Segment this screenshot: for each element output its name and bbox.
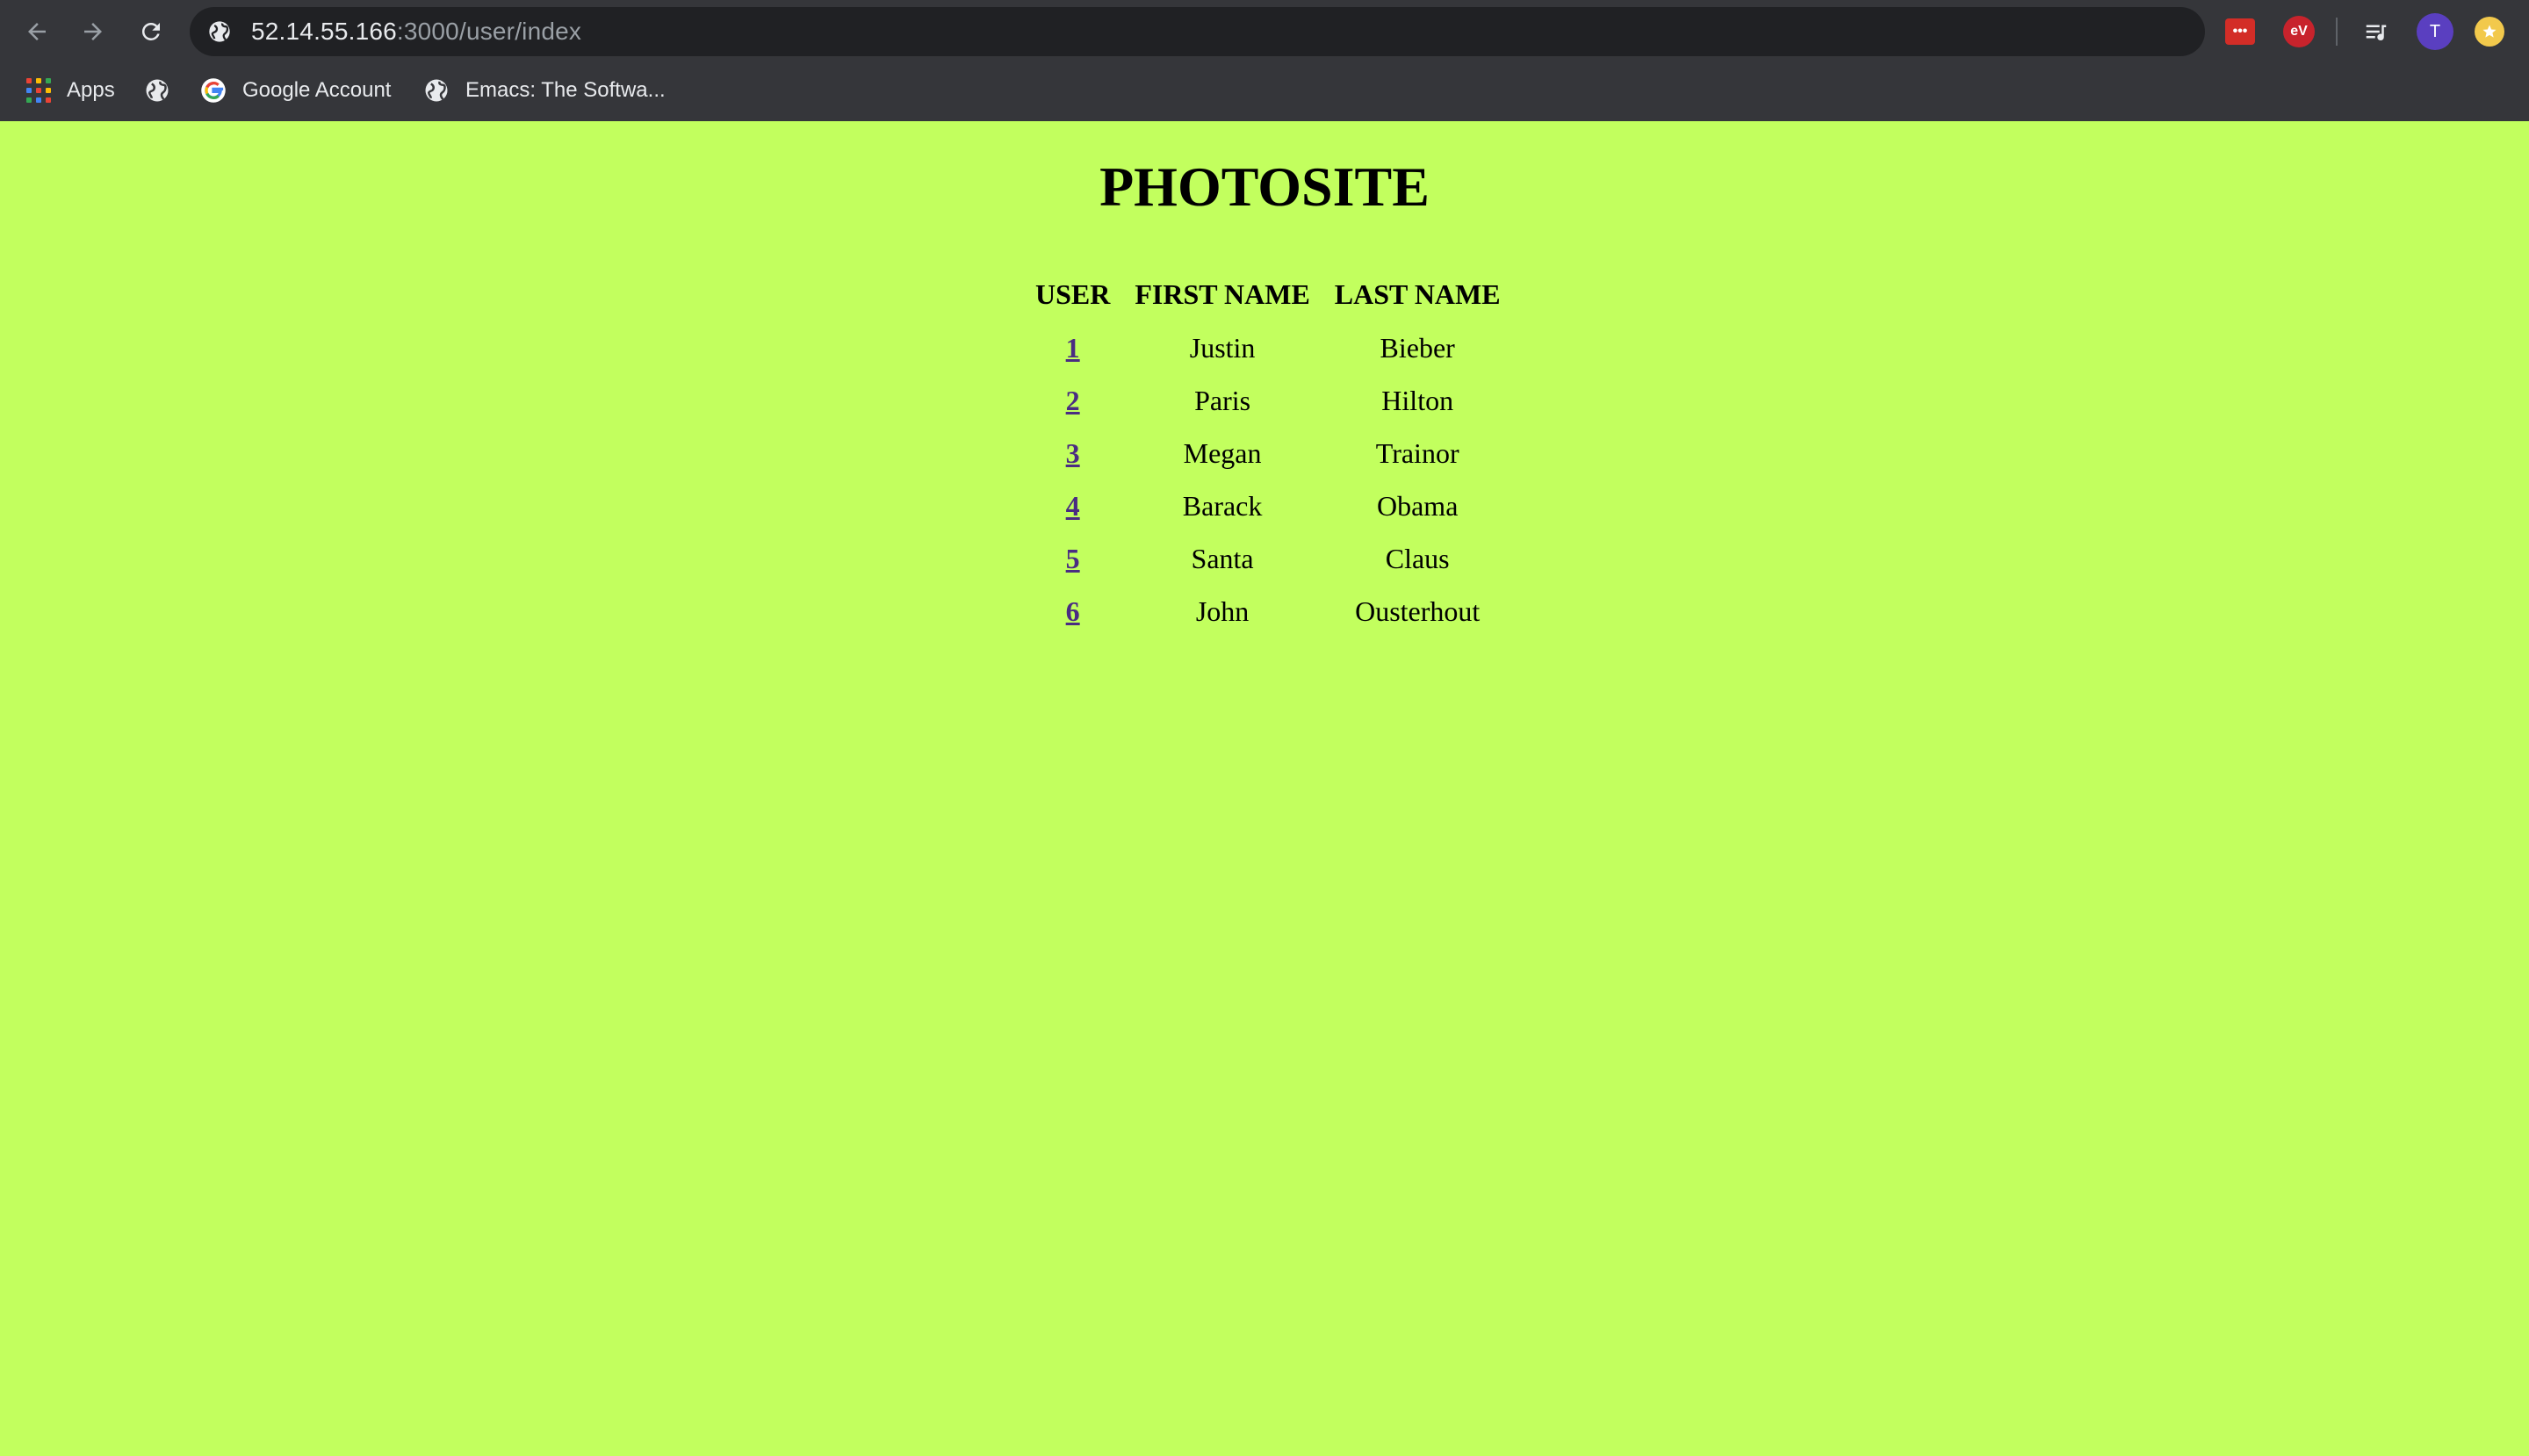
browser-chrome: 52.14.55.166:3000/user/index ••• eV T Ap… <box>0 0 2529 121</box>
lastpass-extension-icon[interactable]: ••• <box>2225 18 2255 45</box>
bookmarks-bar: Apps Google Account Emacs: The Softwa... <box>0 68 2529 112</box>
toolbar-divider <box>2336 18 2338 46</box>
first-name-cell: Paris <box>1194 384 1251 416</box>
column-header-first-name: FIRST NAME <box>1135 278 1310 310</box>
avatar-initial: T <box>2429 21 2441 41</box>
user-link[interactable]: 6 <box>1066 595 1080 627</box>
table-row: 5 Santa Claus <box>1025 532 1511 585</box>
url-path: :3000/user/index <box>396 18 582 45</box>
user-link[interactable]: 3 <box>1066 437 1080 469</box>
bookmark-globe[interactable] <box>144 68 170 112</box>
first-name-cell: Megan <box>1183 436 1262 469</box>
globe-icon <box>209 21 230 42</box>
bookmark-label: Emacs: The Softwa... <box>465 78 666 102</box>
user-id-cell: 2 <box>1025 374 1120 427</box>
table-row: 6 John Ousterhout <box>1025 585 1511 638</box>
media-control-icon[interactable] <box>2360 16 2392 47</box>
google-icon <box>201 78 226 103</box>
apps-grid-icon <box>26 78 51 103</box>
first-name-cell: Barack <box>1182 489 1263 522</box>
user-id-cell: 3 <box>1025 427 1120 479</box>
bookmark-google-account[interactable]: Google Account <box>200 68 391 112</box>
lastpass-badge: ••• <box>2232 24 2248 39</box>
first-name-cell: John <box>1195 595 1250 627</box>
playlist-icon <box>2366 25 2387 41</box>
first-name-cell: Justin <box>1189 331 1256 364</box>
url-host: 52.14.55.166 <box>251 18 397 45</box>
user-id-cell: 6 <box>1025 585 1120 638</box>
url-text: 52.14.55.166:3000/user/index <box>251 18 581 46</box>
page-title: PHOTOSITE <box>1099 155 1430 218</box>
table-row: 2 Paris Hilton <box>1025 374 1511 427</box>
address-bar[interactable]: 52.14.55.166:3000/user/index <box>190 7 2205 56</box>
forward-button[interactable] <box>74 12 112 51</box>
bookmark-apps[interactable]: Apps <box>26 68 115 112</box>
extension-icon[interactable] <box>2475 17 2504 47</box>
arrow-right-icon <box>84 23 102 40</box>
last-name-cell: Bieber <box>1380 331 1455 364</box>
last-name-cell: Hilton <box>1381 384 1454 416</box>
last-name-cell: Trainor <box>1375 436 1459 469</box>
last-name-cell: Ousterhout <box>1355 595 1481 627</box>
user-link[interactable]: 4 <box>1066 490 1080 522</box>
user-id-cell: 1 <box>1025 321 1120 374</box>
bookmark-emacs[interactable]: Emacs: The Softwa... <box>423 68 666 112</box>
user-link[interactable]: 1 <box>1066 332 1080 364</box>
last-name-cell: Obama <box>1376 489 1459 522</box>
user-id-cell: 5 <box>1025 532 1120 585</box>
vpn-badge: eV <box>2290 24 2308 39</box>
table-header-row: USER FIRST NAME LAST NAME <box>1025 267 1511 321</box>
profile-avatar[interactable]: T <box>2417 13 2453 50</box>
last-name-cell: Claus <box>1385 542 1450 574</box>
bookmark-label: Google Account <box>242 78 392 102</box>
back-button[interactable] <box>18 12 56 51</box>
bookmark-label: Apps <box>67 78 115 102</box>
globe-icon <box>425 79 448 102</box>
user-id-cell: 4 <box>1025 479 1120 532</box>
user-link[interactable]: 5 <box>1066 543 1080 574</box>
arrow-left-icon <box>28 23 46 40</box>
browser-toolbar: 52.14.55.166:3000/user/index ••• eV T <box>0 0 2529 63</box>
first-name-cell: Santa <box>1191 542 1254 574</box>
table-row: 4 Barack Obama <box>1025 479 1511 532</box>
user-link[interactable]: 2 <box>1066 385 1080 416</box>
table-row: 1 Justin Bieber <box>1025 321 1511 374</box>
reload-button[interactable] <box>132 12 170 51</box>
globe-icon <box>146 79 169 102</box>
column-header-last-name: LAST NAME <box>1334 278 1501 310</box>
column-header-user: USER <box>1035 278 1111 310</box>
star-icon <box>2482 25 2497 38</box>
reload-icon <box>141 22 160 40</box>
users-table: USER FIRST NAME LAST NAME 1 Justin Biebe… <box>1021 267 1515 638</box>
page-content: PHOTOSITE USER FIRST NAME LAST NAME 1 Ju… <box>0 121 2529 1456</box>
table-row: 3 Megan Trainor <box>1025 427 1511 479</box>
vpn-extension-icon[interactable]: eV <box>2283 16 2315 47</box>
